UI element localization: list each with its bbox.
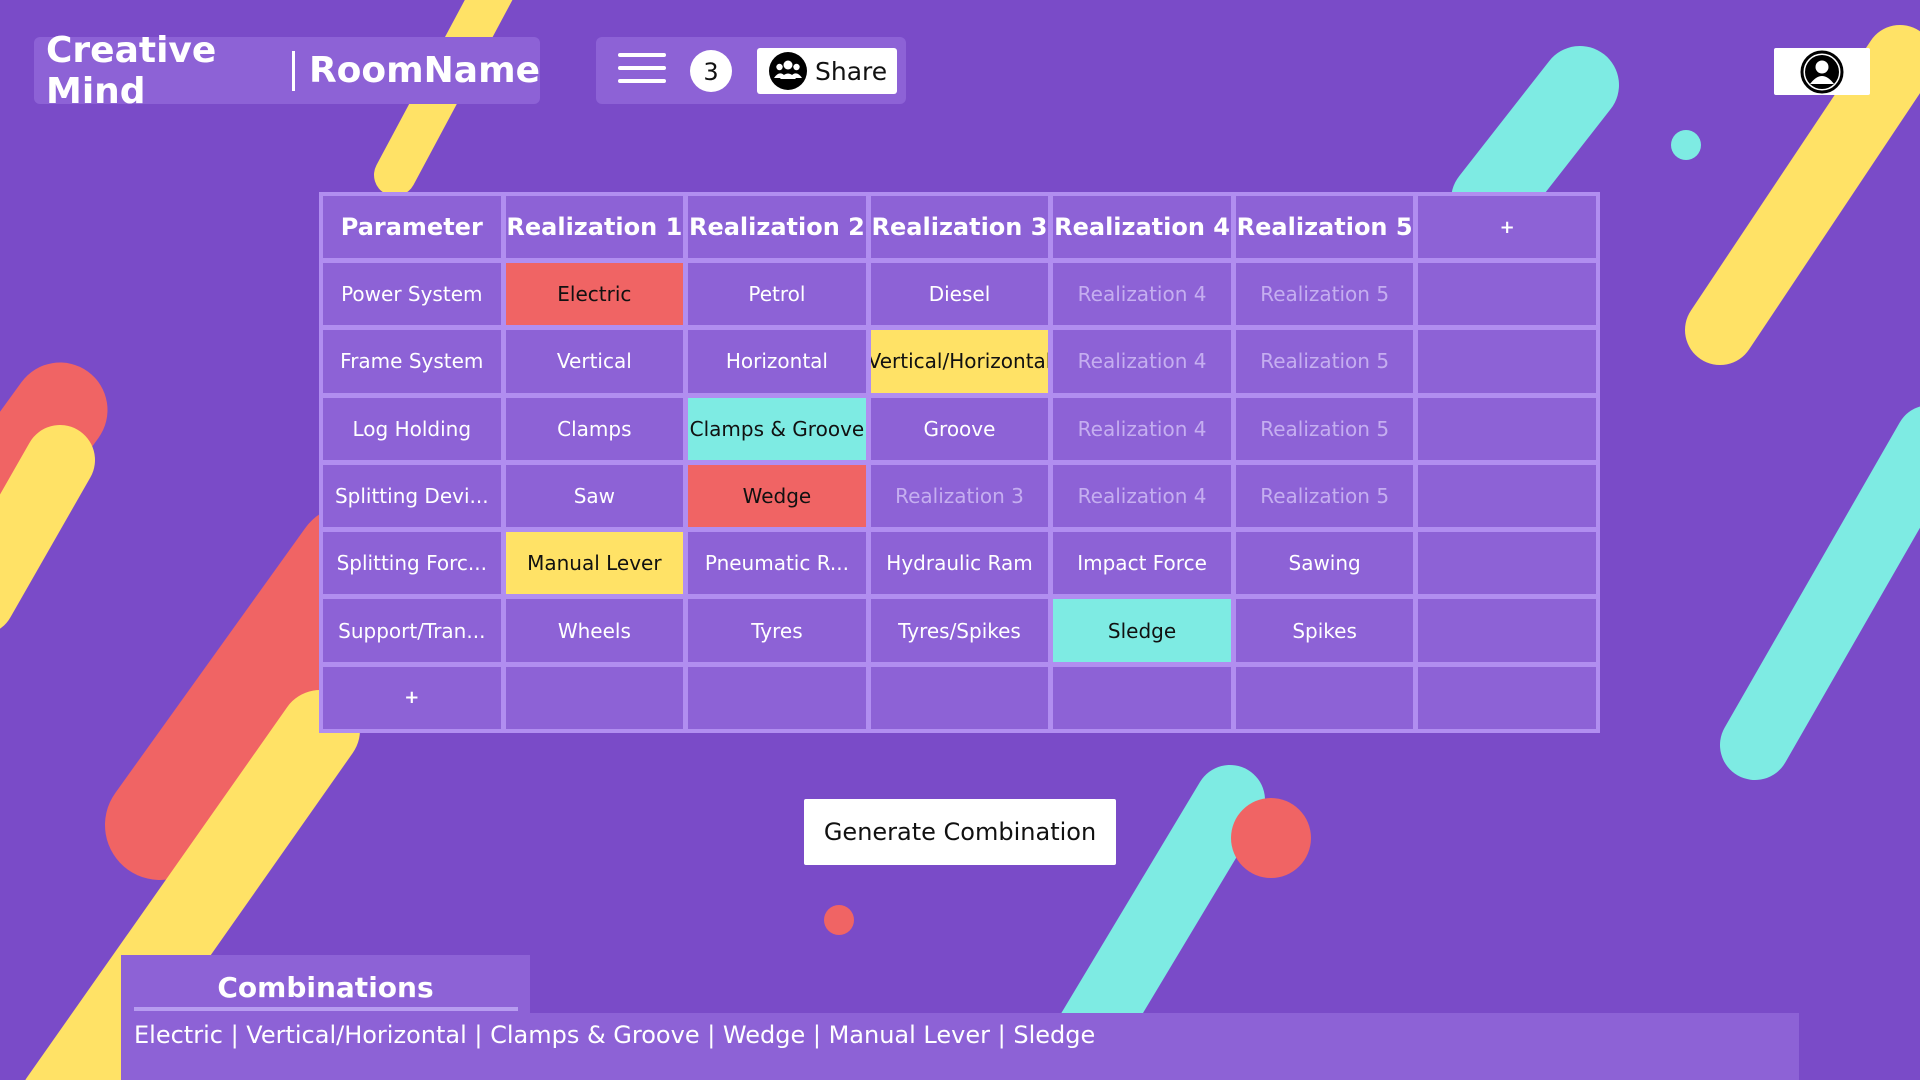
empty-cell[interactable] xyxy=(1418,263,1596,326)
empty-cell[interactable] xyxy=(1418,532,1596,595)
realization-cell[interactable]: Manual Lever xyxy=(505,532,684,595)
parameter-cell[interactable]: Frame System xyxy=(323,330,501,393)
share-label: Share xyxy=(815,56,888,86)
realization-cell[interactable]: Realization 5 xyxy=(1235,397,1414,460)
realization-cell[interactable]: Petrol xyxy=(688,263,866,326)
realization-cell[interactable]: Spikes xyxy=(1235,599,1414,662)
empty-cell[interactable] xyxy=(1418,464,1596,528)
realization-cell[interactable]: Wedge xyxy=(688,464,866,528)
share-button[interactable]: Share xyxy=(757,48,897,94)
realization-cell[interactable]: Realization 3 xyxy=(870,464,1049,528)
realization-cell[interactable]: Saw xyxy=(505,464,684,528)
add-column-button[interactable]: + xyxy=(1418,196,1596,258)
header-parameter: Parameter xyxy=(323,196,501,258)
realization-cell[interactable]: Groove xyxy=(870,397,1049,460)
empty-cell[interactable] xyxy=(1418,330,1596,393)
realization-cell[interactable]: Clamps & Groove xyxy=(688,397,866,460)
parameter-cell[interactable]: Splitting Devi... xyxy=(323,464,501,528)
realization-cell[interactable]: Vertical xyxy=(505,330,684,393)
hamburger-menu-icon[interactable] xyxy=(618,53,666,87)
parameter-cell[interactable]: Log Holding xyxy=(323,397,501,460)
empty-cell[interactable] xyxy=(505,666,684,729)
empty-cell[interactable] xyxy=(1053,666,1231,729)
combinations-underline xyxy=(134,1007,518,1011)
realization-cell[interactable]: Tyres/Spikes xyxy=(870,599,1049,662)
parameter-cell[interactable]: Support/Tran... xyxy=(323,599,501,662)
realization-cell[interactable]: Vertical/Horizontal xyxy=(870,330,1049,393)
combination-result: Electric | Vertical/Horizontal | Clamps … xyxy=(121,1013,1799,1080)
empty-cell[interactable] xyxy=(1235,666,1414,729)
realization-cell[interactable]: Diesel xyxy=(870,263,1049,326)
realization-cell[interactable]: Sledge xyxy=(1053,599,1231,662)
realization-cell[interactable]: Realization 5 xyxy=(1235,330,1414,393)
room-title: Creative Mind RoomName xyxy=(34,30,540,112)
realization-cell[interactable]: Realization 4 xyxy=(1053,397,1231,460)
room-name: RoomName xyxy=(308,50,540,91)
header-realization-4[interactable]: Realization 4 xyxy=(1053,196,1231,258)
realization-cell[interactable]: Electric xyxy=(505,263,684,326)
profile-button[interactable] xyxy=(1774,48,1870,95)
realization-cell[interactable]: Horizontal xyxy=(688,330,866,393)
parameter-cell[interactable]: Splitting Forc... xyxy=(323,532,501,595)
user-avatar-icon xyxy=(1800,50,1844,93)
parameter-cell[interactable]: Power System xyxy=(323,263,501,326)
empty-cell[interactable] xyxy=(688,666,866,729)
empty-cell[interactable] xyxy=(1418,599,1596,662)
realization-cell[interactable]: Pneumatic R... xyxy=(688,532,866,595)
header-realization-1[interactable]: Realization 1 xyxy=(505,196,684,258)
realization-cell[interactable]: Tyres xyxy=(688,599,866,662)
realization-cell[interactable]: Realization 4 xyxy=(1053,263,1231,326)
group-icon xyxy=(769,52,807,90)
empty-cell[interactable] xyxy=(1418,666,1596,729)
header-realization-5[interactable]: Realization 5 xyxy=(1235,196,1414,258)
empty-cell[interactable] xyxy=(1418,397,1596,460)
realization-cell[interactable]: Sawing xyxy=(1235,532,1414,595)
combinations-title: Combinations xyxy=(217,971,434,1004)
realization-cell[interactable]: Impact Force xyxy=(1053,532,1231,595)
add-row-button[interactable]: + xyxy=(323,666,501,729)
combinations-tab: Combinations xyxy=(121,955,530,1015)
realization-cell[interactable]: Realization 4 xyxy=(1053,330,1231,393)
generate-combination-button[interactable]: Generate Combination xyxy=(804,799,1116,865)
realization-cell[interactable]: Hydraulic Ram xyxy=(870,532,1049,595)
realization-cell[interactable]: Wheels xyxy=(505,599,684,662)
realization-cell[interactable]: Realization 5 xyxy=(1235,464,1414,528)
realization-cell[interactable]: Clamps xyxy=(505,397,684,460)
toolbar: 3 Share xyxy=(596,37,906,104)
participants-count-badge: 3 xyxy=(690,50,732,92)
realization-cell[interactable]: Realization 4 xyxy=(1053,464,1231,528)
realization-cell[interactable]: Realization 5 xyxy=(1235,263,1414,326)
header-realization-3[interactable]: Realization 3 xyxy=(870,196,1049,258)
empty-cell[interactable] xyxy=(870,666,1049,729)
morphological-matrix: Parameter Realization 1 Realization 2 Re… xyxy=(319,192,1600,733)
header-realization-2[interactable]: Realization 2 xyxy=(688,196,866,258)
title-divider xyxy=(292,50,295,91)
app-name: Creative Mind xyxy=(46,29,217,112)
